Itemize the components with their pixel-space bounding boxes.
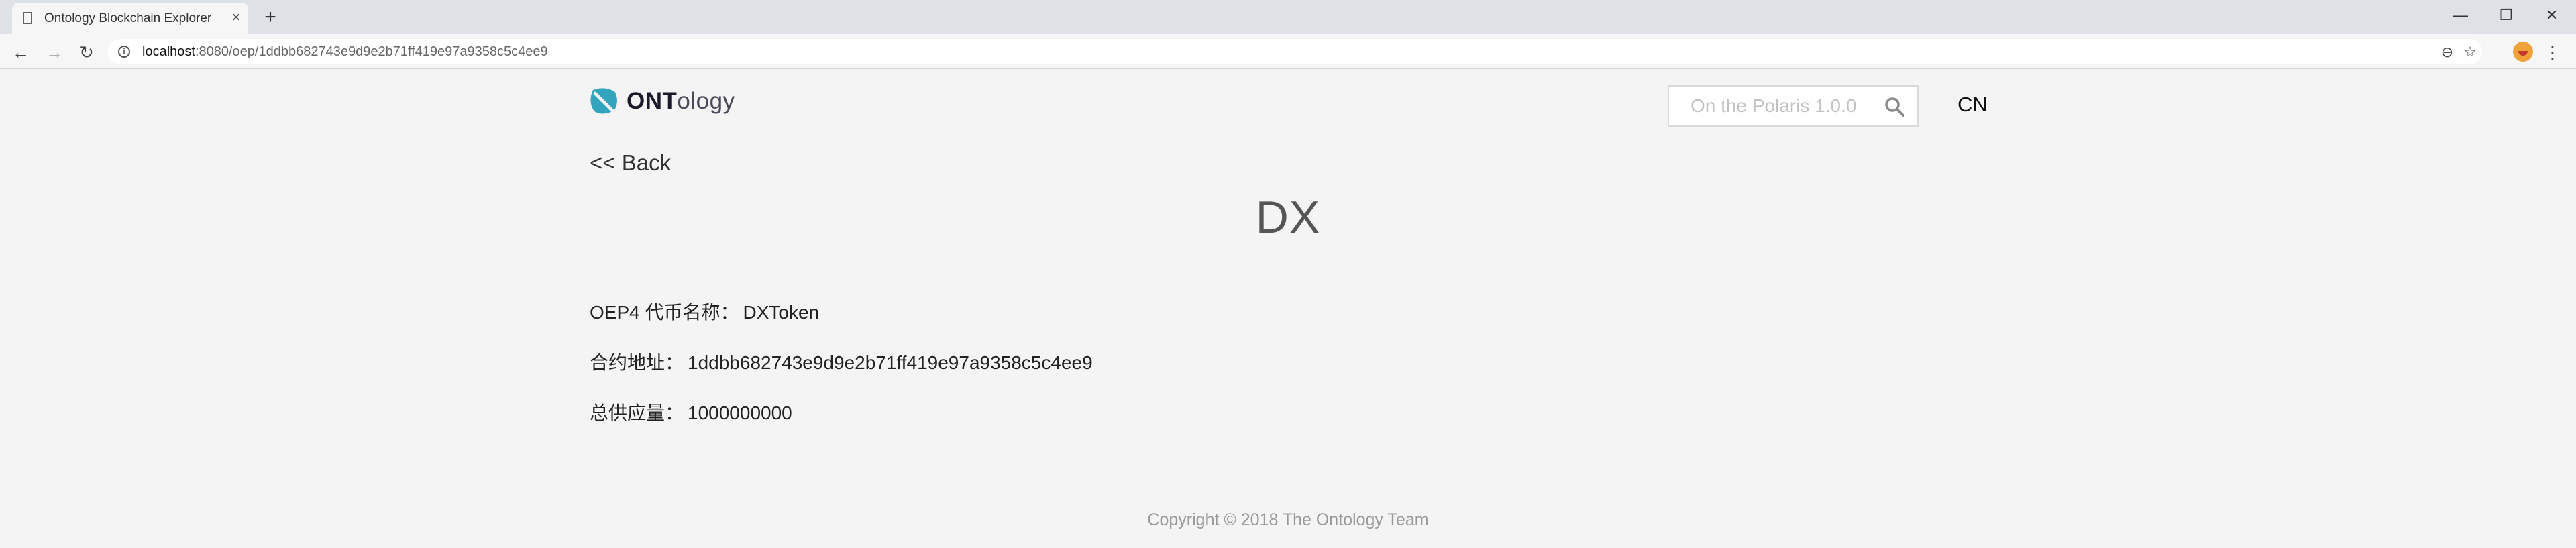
window-restore-button[interactable]: ❐ — [2486, 4, 2526, 27]
zoom-icon[interactable]: ⊖ — [2438, 43, 2457, 62]
url-path: :8080/oep/1ddbb682743e9d9e2b71ff419e97a9… — [195, 44, 548, 59]
browser-toolbar: ← → ↻ i localhost:8080/oep/1ddbb682743e9… — [0, 34, 2576, 69]
search-input[interactable] — [1676, 92, 1877, 120]
tab-close-icon[interactable]: × — [228, 9, 244, 25]
page-icon — [23, 12, 32, 24]
logo-text-bold: ONT — [627, 88, 678, 114]
back-link[interactable]: << Back — [590, 150, 671, 176]
footer-copyright: Copyright © 2018 The Ontology Team — [1147, 510, 1429, 529]
logo-text-light: ology — [677, 88, 735, 114]
bookmark-star-icon[interactable]: ☆ — [2461, 43, 2479, 62]
contract-address-value: 1ddbb682743e9d9e2b71ff419e97a9358c5c4ee9 — [688, 352, 1093, 373]
total-supply-label: 总供应量： — [590, 402, 684, 423]
browser-tab-bar: Ontology Blockchain Explorer × + — ❐ ✕ — [0, 0, 2576, 34]
token-name-row: OEP4 代币名称： DXToken — [590, 298, 819, 325]
window-minimize-button[interactable]: — — [2440, 4, 2481, 27]
token-name-label: OEP4 代币名称： — [590, 302, 739, 323]
contract-address-row: 合约地址： 1ddbb682743e9d9e2b71ff419e97a9358c5… — [590, 348, 1093, 375]
url-host: localhost — [142, 44, 195, 59]
search-box — [1668, 85, 1919, 127]
browser-menu-icon[interactable]: ⋮ — [2542, 41, 2563, 64]
total-supply-row: 总供应量： 1000000000 — [590, 398, 792, 425]
language-switch[interactable]: CN — [1957, 93, 1988, 117]
url-text[interactable]: localhost:8080/oep/1ddbb682743e9d9e2b71f… — [142, 44, 548, 60]
token-symbol: DX — [1255, 192, 1321, 243]
profile-avatar[interactable] — [2513, 42, 2533, 62]
logo-text: ONTology — [627, 86, 735, 117]
forward-arrow-icon[interactable]: → — [43, 41, 66, 64]
new-tab-button[interactable]: + — [259, 7, 282, 28]
browser-tab[interactable]: Ontology Blockchain Explorer × — [12, 3, 248, 34]
search-icon[interactable] — [1884, 96, 1905, 117]
site-info-icon[interactable]: i — [118, 46, 130, 58]
reload-icon[interactable]: ↻ — [75, 41, 98, 64]
total-supply-value: 1000000000 — [688, 402, 792, 423]
back-arrow-icon[interactable]: ← — [9, 41, 32, 64]
contract-address-label: 合约地址： — [590, 352, 684, 373]
address-bar[interactable]: i localhost:8080/oep/1ddbb682743e9d9e2b7… — [107, 39, 2482, 64]
tab-title: Ontology Blockchain Explorer — [44, 11, 212, 25]
ontology-logo-icon — [590, 88, 617, 114]
token-name-value: DXToken — [743, 302, 820, 323]
window-close-button[interactable]: ✕ — [2532, 4, 2572, 27]
